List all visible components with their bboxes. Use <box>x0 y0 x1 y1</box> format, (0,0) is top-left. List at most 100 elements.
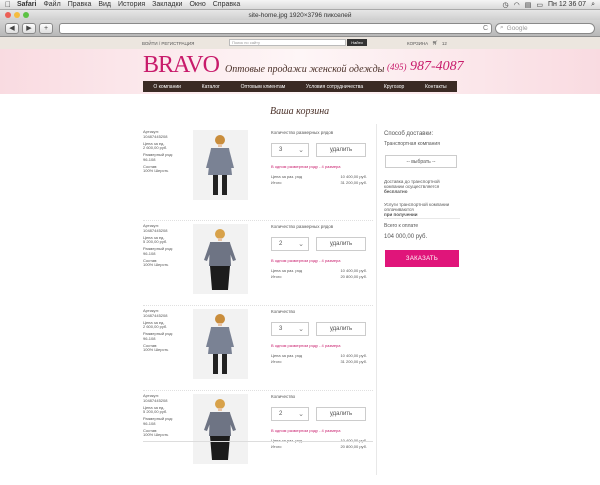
browser-search-field[interactable]: ⌕ Google <box>495 22 595 34</box>
menu-history[interactable]: История <box>118 1 145 8</box>
item-meta: Артикул: 10487445208 Цена за ед. 2 600,00 … <box>143 129 193 176</box>
quantity-value: 2 <box>279 411 283 417</box>
nav-contacts[interactable]: Контакты <box>425 84 447 90</box>
item-divider <box>143 305 373 306</box>
composition-value: 100% Шерсть <box>143 347 169 352</box>
cart-link[interactable]: КОРЗИНА 🛒︎ 12 <box>407 40 447 46</box>
nav-outlook[interactable]: Кругозор <box>384 84 404 90</box>
order-button[interactable]: ЗАКАЗАТЬ <box>385 250 459 267</box>
item-total-label: Итого <box>271 180 282 185</box>
item-total-label: Итого <box>271 359 282 364</box>
delete-button[interactable]: удалить <box>316 322 366 336</box>
reload-icon[interactable]: C <box>483 25 488 32</box>
quantity-value: 3 <box>279 326 283 332</box>
battery-icon[interactable]: ▭ <box>536 1 543 9</box>
size-row-note: В одном размерном ряду - 4 размера <box>271 258 341 263</box>
delivery-select[interactable]: -- выбрать -- <box>385 155 457 168</box>
window-titlebar: site-home.jpg 1920×3796 пикселей <box>0 10 600 20</box>
phone-code: (495) <box>387 62 407 72</box>
address-bar[interactable]: C <box>59 22 492 34</box>
delete-button[interactable]: удалить <box>316 237 366 251</box>
nav-about[interactable]: О компании <box>153 84 181 90</box>
delivery-note-text: Доставка до транспортной компании осущес… <box>384 179 440 189</box>
wifi-icon[interactable]: ◠ <box>514 1 520 9</box>
product-photo[interactable] <box>193 224 248 294</box>
article-value: 10487445208 <box>143 312 168 318</box>
site-search-button[interactable]: Найти <box>347 39 367 46</box>
item-total-value: 31 200,00 руб. <box>340 180 367 185</box>
menu-edit[interactable]: Правка <box>68 1 92 8</box>
product-photo[interactable] <box>193 130 248 200</box>
menu-window[interactable]: Окно <box>189 1 205 8</box>
app-menu[interactable]: Safari <box>17 1 36 8</box>
item-meta: Артикул: 10487445208 Цена за ед. 5 200,00 … <box>143 393 193 440</box>
quantity-select[interactable]: 3 ⌄ <box>271 143 309 157</box>
menu-help[interactable]: Справка <box>213 1 240 8</box>
chevron-down-icon: ⌄ <box>298 241 304 248</box>
window-title: site-home.jpg 1920×3796 пикселей <box>248 11 352 19</box>
sidebar-divider-line <box>384 218 460 219</box>
item-meta: Артикул: 10487445208 Цена за ед. 5 200,00 … <box>143 223 193 270</box>
price-value: 5 200,00 руб. <box>143 409 168 414</box>
menu-bookmarks[interactable]: Закладки <box>152 1 182 8</box>
quantity-select[interactable]: 2 ⌄ <box>271 407 309 421</box>
chevron-down-icon: ⌄ <box>298 411 304 418</box>
site-header: BRAVO Оптовые продажи женской одежды (49… <box>0 49 600 94</box>
article-value: 10487445208 <box>143 397 168 403</box>
delivery-note: Доставка до транспортной компании осущес… <box>384 179 459 194</box>
web-page: ВОЙТИ / РЕГИСТРАЦИЯ Поиск по сайту Найти… <box>0 37 600 475</box>
price-value: 2 600,00 руб. <box>143 145 168 150</box>
quantity-value: 3 <box>279 147 283 153</box>
product-photo[interactable] <box>193 309 248 379</box>
size-row-note: В одном размерном ряду - 4 размера <box>271 164 341 169</box>
cart-icon: 🛒︎ <box>432 40 438 45</box>
size-value: 96-108 <box>143 250 156 256</box>
close-window-icon[interactable] <box>5 12 11 18</box>
item-total-value: 20 800,00 руб. <box>340 444 367 449</box>
bravo-logo[interactable]: BRAVO <box>143 52 220 79</box>
size-value: 96-108 <box>143 156 156 162</box>
apple-icon[interactable]:  <box>5 0 11 9</box>
minimize-window-icon[interactable] <box>14 12 20 18</box>
menubar-clock[interactable]: Пн 12 36 07 <box>548 1 586 8</box>
delivery-title: Способ доставки: <box>384 131 434 137</box>
zoom-window-icon[interactable] <box>23 12 29 18</box>
back-button[interactable]: ◀ <box>5 22 19 34</box>
composition-value: 100% Шерсть <box>143 432 169 437</box>
product-photo[interactable] <box>193 394 248 464</box>
forward-button[interactable]: ▶ <box>22 22 36 34</box>
cart-item: Артикул: 10487445208 Цена за ед. 2 600,00 … <box>143 129 368 210</box>
nav-terms[interactable]: Условия сотрудничества <box>306 84 363 90</box>
item-prices: Цена за раз. ряд 10 400,00 руб. Итого 20 8… <box>271 268 367 280</box>
menu-view[interactable]: Вид <box>98 1 111 8</box>
composition-value: 100% Шерсть <box>143 168 169 173</box>
article-value: 10487445208 <box>143 227 168 233</box>
cart-item: Артикул: 10487445208 Цена за ед. 2 600,00 … <box>143 308 368 389</box>
item-total-label: Итого <box>271 274 282 279</box>
site-tagline: Оптовые продажи женской одежды <box>225 64 385 75</box>
browser-toolbar: ◀ ▶ + C ⌕ Google <box>0 20 600 37</box>
item-meta: Артикул: 10487445208 Цена за ед. 2 600,00 … <box>143 308 193 355</box>
delete-button[interactable]: удалить <box>316 143 366 157</box>
cart-item: Артикул: 10487445208 Цена за ед. 5 200,00 … <box>143 223 368 304</box>
clock-icon[interactable]: ◷ <box>503 1 509 9</box>
grand-total-value: 104 000,00 руб. <box>384 234 428 240</box>
add-tab-button[interactable]: + <box>39 22 53 34</box>
site-search-input[interactable]: Поиск по сайту <box>229 39 346 46</box>
model-blouse-image <box>204 229 236 290</box>
spotlight-icon[interactable]: ⌕ <box>591 1 595 9</box>
nav-wholesale[interactable]: Оптовым клиентам <box>241 84 286 90</box>
price-value: 5 200,00 руб. <box>143 239 168 244</box>
delete-button[interactable]: удалить <box>316 407 366 421</box>
rows-label: Количество размерных рядов <box>271 130 334 135</box>
rows-label: Количество <box>271 309 296 314</box>
nav-catalog[interactable]: Каталог <box>202 84 220 90</box>
menu-file[interactable]: Файл <box>43 1 60 8</box>
size-row-note: В одном размерном ряду - 4 размера <box>271 428 341 433</box>
item-prices: Цена за раз. ряд 10 400,00 руб. Итого 20 8… <box>271 438 367 450</box>
quantity-select[interactable]: 3 ⌄ <box>271 322 309 336</box>
composition-value: 100% Шерсть <box>143 262 169 267</box>
quantity-select[interactable]: 2 ⌄ <box>271 237 309 251</box>
flag-icon[interactable]: ▤ <box>525 1 532 9</box>
login-link[interactable]: ВОЙТИ / РЕГИСТРАЦИЯ <box>142 41 194 46</box>
